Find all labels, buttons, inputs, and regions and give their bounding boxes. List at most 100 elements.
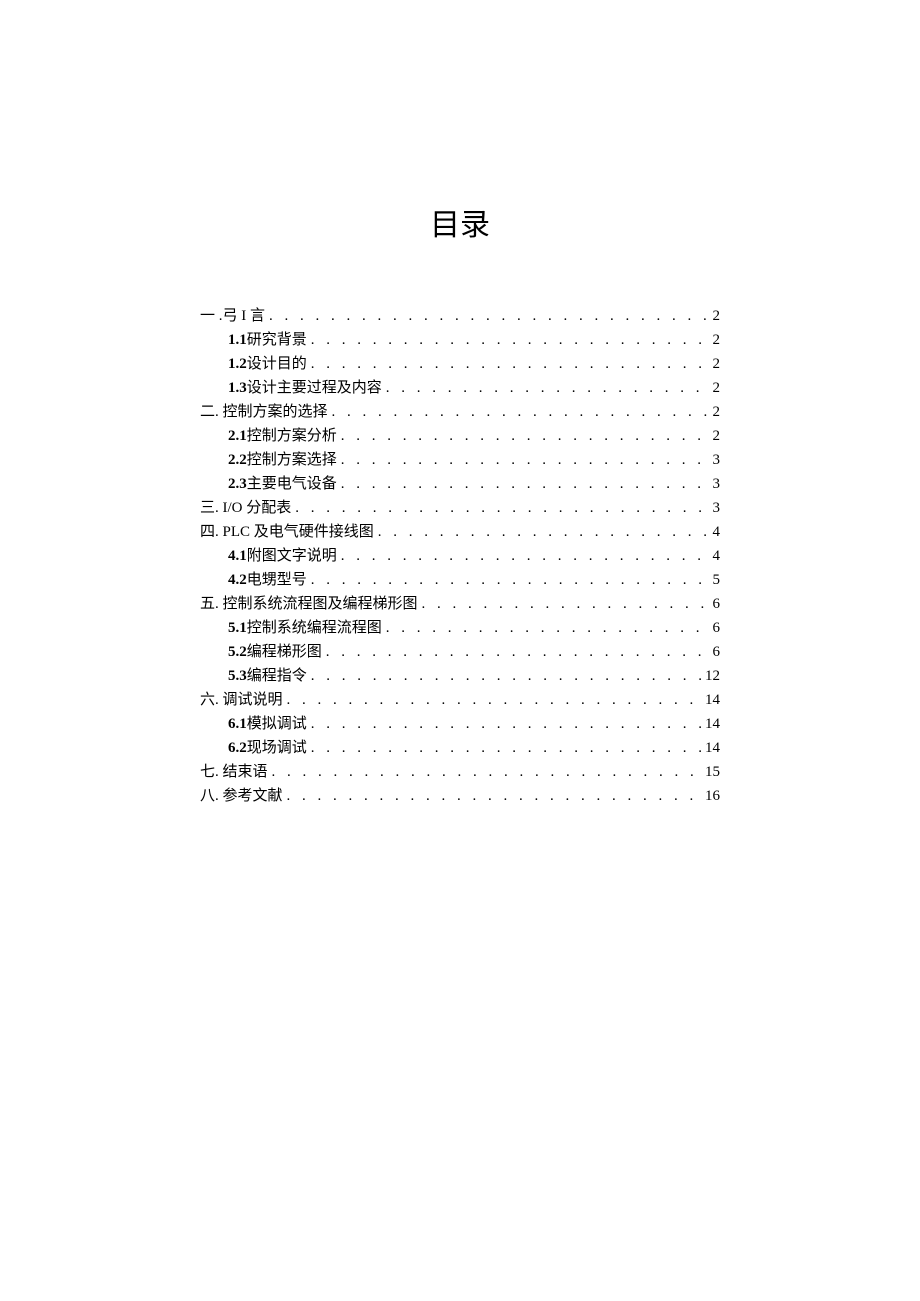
toc-entry: 二. 控制方案的选择2 [200, 400, 720, 424]
toc-entry-page: 14 [705, 688, 720, 712]
toc-entry-label: 设计主要过程及内容 [247, 376, 382, 400]
toc-entry-number: 三 [200, 496, 215, 520]
toc-entry-number: 4.1 [228, 544, 247, 568]
toc-leader-dots [311, 712, 701, 736]
toc-title: 目录 [200, 200, 720, 244]
toc-entry: 2.2控制方案选择 3 [200, 448, 720, 472]
toc-leader-dots [326, 640, 709, 664]
toc-entry-page: 16 [705, 784, 720, 808]
toc-leader-dots [386, 616, 709, 640]
toc-entry-number: 1.1 [228, 328, 247, 352]
toc-entry-label: 弓 I 言 [223, 304, 266, 328]
toc-entry-number: 五 [200, 592, 215, 616]
toc-entry-label: 附图文字说明 [247, 544, 337, 568]
toc-leader-dots [341, 472, 709, 496]
toc-entry-number: 1.2 [228, 352, 247, 376]
toc-entry: 4.2电甥型号 5 [200, 568, 720, 592]
toc-leader-dots [311, 328, 709, 352]
toc-entry-label: . I/O 分配表 [215, 496, 291, 520]
toc-entry-page: 14 [705, 736, 720, 760]
toc-entry-page: 3 [713, 448, 721, 472]
toc-entry-label: 主要电气设备 [247, 472, 337, 496]
toc-entry-label: 电甥型号 [247, 568, 307, 592]
toc-entry: 2.3主要电气设备 3 [200, 472, 720, 496]
toc-entry: 一 .弓 I 言 2 [200, 304, 720, 328]
toc-leader-dots [341, 424, 709, 448]
toc-entry-page: 4 [713, 520, 721, 544]
toc-entry-number: 1.3 [228, 376, 247, 400]
toc-entry: 三. I/O 分配表 3 [200, 496, 720, 520]
toc-entry: 6.1模拟调试 14 [200, 712, 720, 736]
toc-entry: 1.3设计主要过程及内容 2 [200, 376, 720, 400]
toc-entry: 2.1控制方案分析2 [200, 424, 720, 448]
toc-leader-dots [341, 544, 709, 568]
toc-entry-label: . 控制系统流程图及编程梯形图 [215, 592, 418, 616]
toc-leader-dots [332, 400, 709, 424]
toc-entry-page: 4 [713, 544, 721, 568]
toc-leader-dots [386, 376, 709, 400]
toc-entry-page: 2 [713, 376, 721, 400]
toc-entry-label: 控制系统编程流程图 [247, 616, 382, 640]
toc-leader-dots [287, 784, 701, 808]
toc-entry-page: 14 [705, 712, 720, 736]
toc-entry-number: 一 . [200, 304, 223, 328]
toc-entry-label: . 控制方案的选择 [215, 400, 328, 424]
toc-entry: 1.2设计目的2 [200, 352, 720, 376]
toc-entry-page: 3 [713, 496, 721, 520]
toc-entry: 七. 结束语 15 [200, 760, 720, 784]
toc-entry: 5.2编程梯形图 6 [200, 640, 720, 664]
toc-entry-number: 八 [200, 784, 215, 808]
toc-entry-number: 4.2 [228, 568, 247, 592]
toc-entry-page: 15 [705, 760, 720, 784]
toc-entry: 5.1控制系统编程流程图6 [200, 616, 720, 640]
toc-entry-page: 12 [705, 664, 720, 688]
toc-entry: 六. 调试说明14 [200, 688, 720, 712]
toc-entry-label: . 结束语 [215, 760, 268, 784]
toc-entry-number: 六 [200, 688, 215, 712]
toc-entry-label: 控制方案分析 [247, 424, 337, 448]
toc-container: 一 .弓 I 言21.1研究背景21.2设计目的21.3设计主要过程及内容2二.… [200, 304, 720, 808]
toc-entry: 6.2现场调试 14 [200, 736, 720, 760]
toc-leader-dots [269, 304, 708, 328]
toc-entry: 5.3编程指令 12 [200, 664, 720, 688]
toc-leader-dots [378, 520, 709, 544]
toc-entry: 1.1研究背景2 [200, 328, 720, 352]
toc-entry-page: 6 [713, 592, 721, 616]
toc-entry-number: 6.1 [228, 712, 247, 736]
toc-entry-label: 编程梯形图 [247, 640, 322, 664]
toc-leader-dots [422, 592, 709, 616]
toc-entry-label: 现场调试 [247, 736, 307, 760]
toc-entry-page: 6 [713, 640, 721, 664]
toc-entry-number: 2.2 [228, 448, 247, 472]
toc-entry-label: 模拟调试 [247, 712, 307, 736]
toc-entry-number: 6.2 [228, 736, 247, 760]
toc-entry-page: 2 [713, 304, 721, 328]
toc-entry-number: 2.1 [228, 424, 247, 448]
toc-entry: 五. 控制系统流程图及编程梯形图 6 [200, 592, 720, 616]
toc-entry-label: 控制方案选择 [247, 448, 337, 472]
toc-entry-label: 编程指令 [247, 664, 307, 688]
toc-entry-page: 5 [713, 568, 721, 592]
toc-entry-number: 二 [200, 400, 215, 424]
toc-leader-dots [311, 736, 701, 760]
toc-entry-page: 3 [713, 472, 721, 496]
toc-entry: 八. 参考文献 16 [200, 784, 720, 808]
toc-entry-label: . PLC 及电气硬件接线图 [215, 520, 374, 544]
toc-entry-number: 5.3 [228, 664, 247, 688]
toc-entry-number: 2.3 [228, 472, 247, 496]
toc-entry-number: 七 [200, 760, 215, 784]
toc-leader-dots [295, 496, 708, 520]
toc-entry: 4.1附图文字说明 4 [200, 544, 720, 568]
toc-entry-label: . 参考文献 [215, 784, 283, 808]
toc-leader-dots [311, 352, 709, 376]
toc-leader-dots [287, 688, 701, 712]
toc-entry-page: 2 [713, 328, 721, 352]
toc-leader-dots [311, 568, 709, 592]
toc-entry-number: 5.2 [228, 640, 247, 664]
toc-entry-number: 5.1 [228, 616, 247, 640]
toc-entry-label: 设计目的 [247, 352, 307, 376]
toc-entry-number: 四 [200, 520, 215, 544]
toc-leader-dots [272, 760, 701, 784]
toc-entry: 四. PLC 及电气硬件接线图 4 [200, 520, 720, 544]
toc-leader-dots [341, 448, 709, 472]
